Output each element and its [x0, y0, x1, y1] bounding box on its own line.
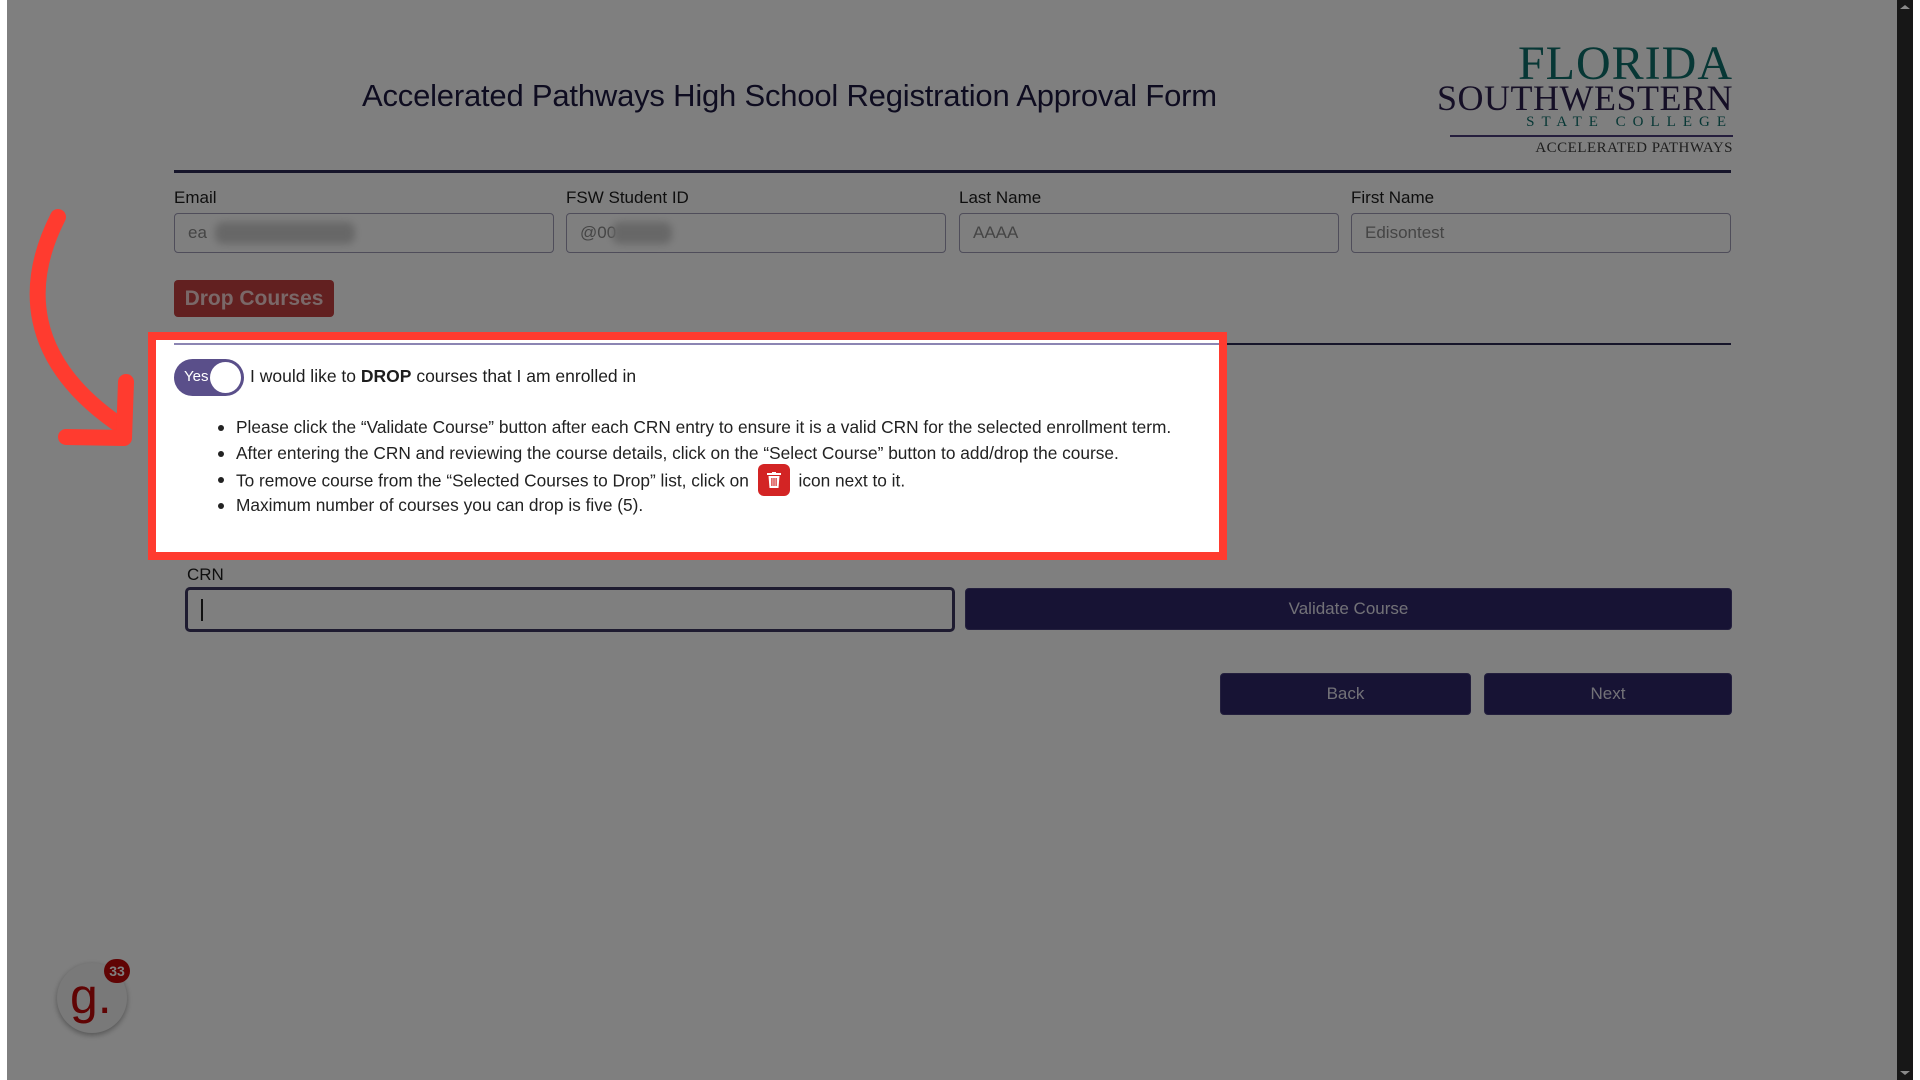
logo-accelerated-pathways: ACCELERATED PATHWAYS	[1535, 140, 1733, 156]
student-id-label: FSW Student ID	[566, 188, 689, 207]
page-title: Accelerated Pathways High School Registr…	[362, 78, 1217, 113]
crn-input[interactable]	[185, 587, 955, 632]
header-divider	[174, 170, 1731, 173]
first-name-field[interactable]	[1351, 213, 1731, 253]
scroll-down-icon[interactable]	[1900, 1071, 1910, 1075]
scroll-up-icon[interactable]	[1900, 5, 1910, 9]
first-name-label: First Name	[1351, 188, 1435, 207]
crn-label: CRN	[187, 565, 224, 584]
last-name-label: Last Name	[959, 188, 1042, 207]
email-label: Email	[174, 188, 217, 207]
last-name-field[interactable]	[959, 213, 1339, 253]
student-id-redaction	[612, 222, 672, 244]
annotation-arrow-icon	[29, 209, 134, 446]
annotation-highlight-box	[148, 332, 1227, 560]
vertical-scrollbar[interactable]	[1897, 0, 1913, 1080]
validate-course-button[interactable]: Validate Course	[965, 588, 1732, 630]
email-redaction	[215, 222, 355, 244]
left-edge	[0, 0, 7, 1080]
logo-rule	[1450, 135, 1733, 137]
back-button[interactable]: Back	[1220, 673, 1471, 715]
drop-courses-badge: Drop Courses	[174, 280, 334, 317]
notification-badge: 33	[104, 959, 130, 983]
guidde-widget-button[interactable]: g. 33	[57, 959, 130, 1033]
text-caret	[201, 599, 203, 621]
logo-state-college: STATE COLLEGE	[1526, 114, 1733, 130]
next-button[interactable]: Next	[1484, 673, 1732, 715]
logo-southwestern: SOUTHWESTERN	[1437, 78, 1733, 118]
fsw-logo: FLORIDA SOUTHWESTERN STATE COLLEGE ACCEL…	[1437, 40, 1733, 156]
